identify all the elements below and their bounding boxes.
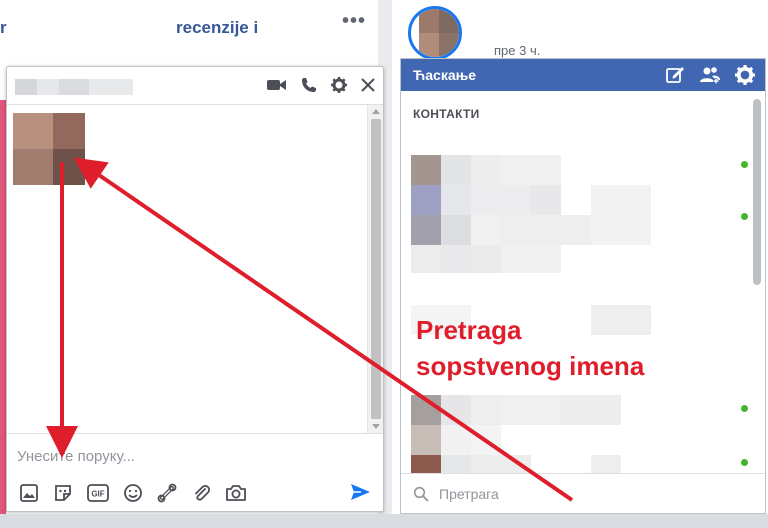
annotation-line-2: sopstvenog imena — [416, 351, 645, 381]
annotation-line-1: Pretraga — [416, 315, 522, 345]
annotation-arrows — [46, 157, 574, 502]
annotation-text: Pretraga sopstvenog imena — [416, 312, 644, 384]
